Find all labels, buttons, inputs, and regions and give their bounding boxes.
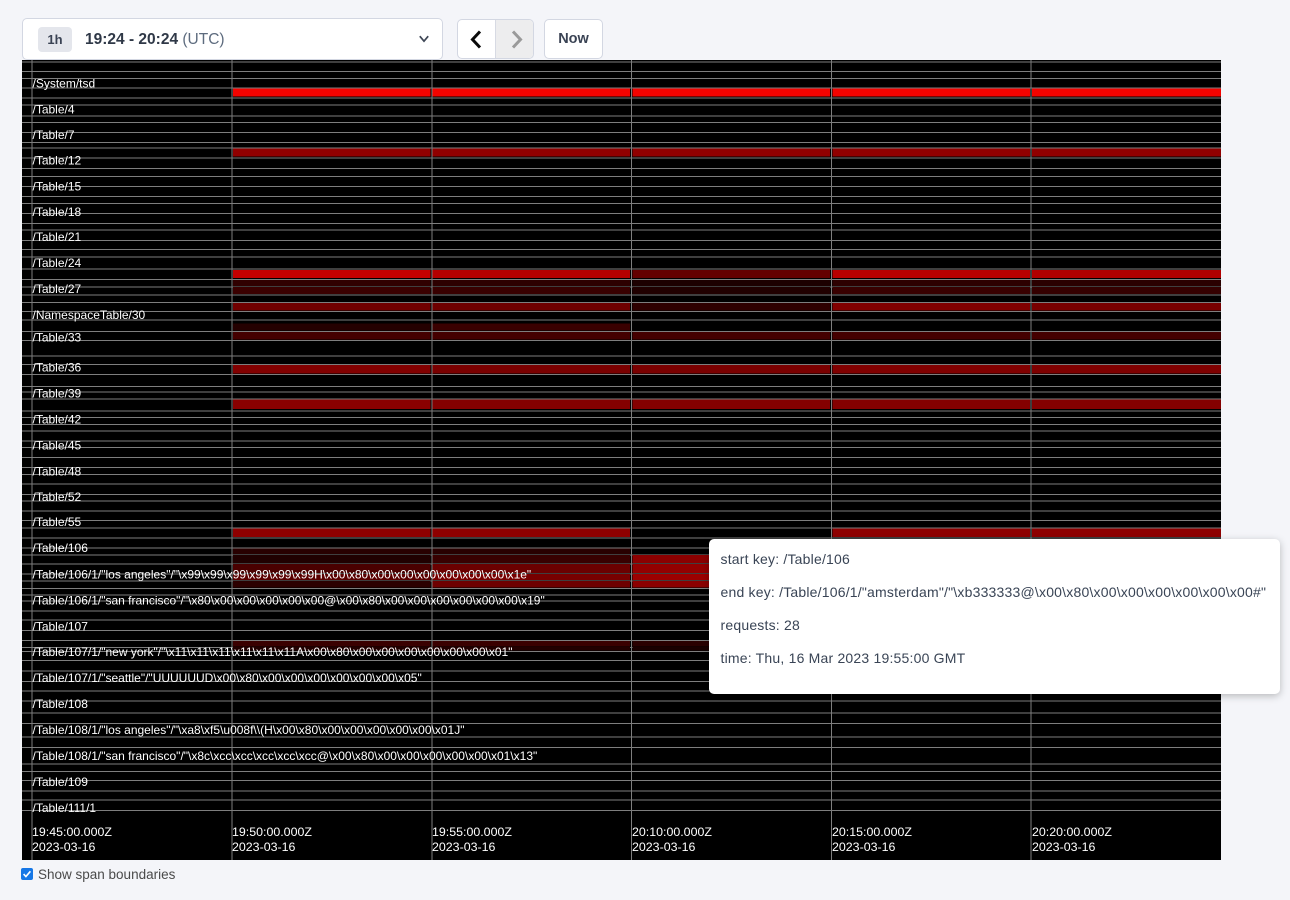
svg-text:/Table/27: /Table/27	[33, 282, 82, 296]
svg-text:2023-03-16: 2023-03-16	[432, 840, 495, 854]
svg-text:/System/tsd: /System/tsd	[33, 76, 96, 90]
svg-text:2023-03-16: 2023-03-16	[1032, 840, 1095, 854]
svg-text:/NamespaceTable/30: /NamespaceTable/30	[33, 308, 146, 322]
svg-text:20:10:00.000Z: 20:10:00.000Z	[632, 825, 712, 839]
svg-text:/Table/109: /Table/109	[33, 775, 89, 789]
svg-text:/Table/24: /Table/24	[33, 256, 82, 270]
svg-text:/Table/55: /Table/55	[33, 515, 82, 529]
svg-text:2023-03-16: 2023-03-16	[832, 840, 895, 854]
svg-text:2023-03-16: 2023-03-16	[32, 840, 95, 854]
svg-text:/Table/111/1: /Table/111/1	[33, 801, 97, 815]
svg-text:/Table/107/1/"new york"/"\x11\: /Table/107/1/"new york"/"\x11\x11\x11\x1…	[33, 645, 513, 659]
svg-text:/Table/18: /Table/18	[33, 205, 82, 219]
svg-text:/Table/108/1/"san francisco"/": /Table/108/1/"san francisco"/"\x8c\xcc\x…	[33, 749, 538, 763]
svg-text:/Table/108/1/"los angeles"/"\x: /Table/108/1/"los angeles"/"\xa8\xf5\u00…	[33, 723, 465, 737]
svg-text:/Table/52: /Table/52	[33, 490, 82, 504]
svg-text:/Table/36: /Table/36	[33, 360, 82, 374]
svg-text:2023-03-16: 2023-03-16	[232, 840, 295, 854]
svg-text:/Table/107/1/"seattle"/"UUUUUU: /Table/107/1/"seattle"/"UUUUUUD\x00\x80\…	[33, 671, 422, 685]
svg-text:/Table/33: /Table/33	[33, 330, 82, 344]
svg-text:/Table/39: /Table/39	[33, 386, 82, 400]
svg-text:/Table/15: /Table/15	[33, 179, 82, 193]
svg-text:/Table/21: /Table/21	[33, 230, 82, 244]
svg-text:/Table/42: /Table/42	[33, 412, 82, 426]
svg-text:/Table/107: /Table/107	[33, 619, 89, 633]
svg-text:/Table/106: /Table/106	[33, 541, 89, 555]
svg-text:/Table/12: /Table/12	[33, 153, 82, 167]
svg-text:/Table/7: /Table/7	[33, 128, 75, 142]
svg-text:19:45:00.000Z: 19:45:00.000Z	[32, 825, 112, 839]
svg-text:20:15:00.000Z: 20:15:00.000Z	[832, 825, 912, 839]
svg-text:/Table/106/1/"los angeles"/"\x: /Table/106/1/"los angeles"/"\x99\x99\x99…	[33, 567, 532, 581]
svg-text:20:20:00.000Z: 20:20:00.000Z	[1032, 825, 1112, 839]
svg-text:/Table/106/1/"san francisco"/": /Table/106/1/"san francisco"/"\x80\x00\x…	[33, 593, 545, 607]
svg-text:19:55:00.000Z: 19:55:00.000Z	[432, 825, 512, 839]
svg-text:19:50:00.000Z: 19:50:00.000Z	[232, 825, 312, 839]
svg-text:/Table/45: /Table/45	[33, 438, 82, 452]
svg-text:/Table/48: /Table/48	[33, 464, 82, 478]
svg-text:2023-03-16: 2023-03-16	[632, 840, 695, 854]
svg-text:/Table/108: /Table/108	[33, 697, 89, 711]
svg-text:/Table/4: /Table/4	[33, 102, 75, 116]
